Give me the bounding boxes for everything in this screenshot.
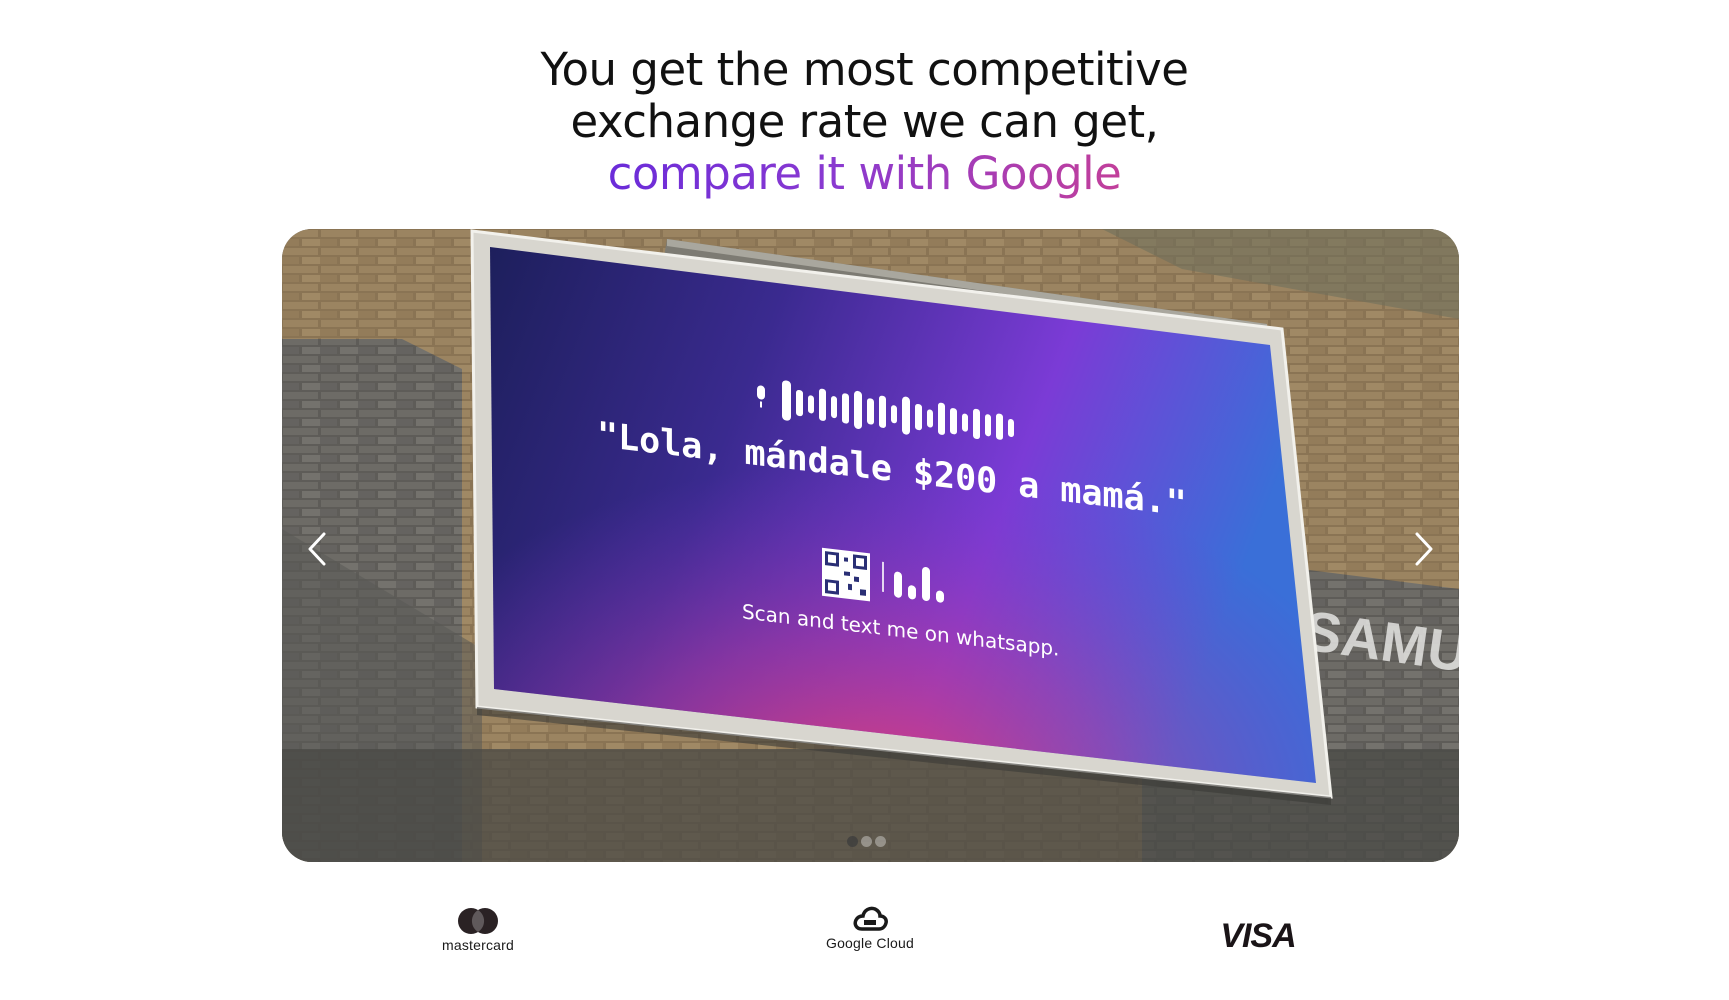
headline: You get the most competitive exchange ra… — [0, 44, 1729, 200]
chevron-right-icon — [1415, 532, 1433, 566]
carousel-slide-image: SAMU "Lola, mándale $200 a mamá." Scan a… — [282, 229, 1459, 862]
carousel-prev-button[interactable] — [282, 509, 352, 589]
carousel-next-button[interactable] — [1389, 509, 1459, 589]
headline-accent: compare it with Google — [607, 147, 1122, 201]
headline-line-1: You get the most competitive — [540, 43, 1189, 97]
google-cloud-wordmark: Google Cloud — [825, 935, 914, 951]
page: You get the most competitive exchange ra… — [0, 0, 1729, 1000]
visa-logo: VISA — [1218, 919, 1298, 953]
visa-wordmark: VISA — [1220, 917, 1296, 955]
image-carousel[interactable]: SAMU "Lola, mándale $200 a mamá." Scan a… — [282, 229, 1459, 862]
cloud-icon — [853, 906, 888, 931]
mastercard-logo: mastercard — [438, 907, 518, 953]
headline-line-2: exchange rate we can get, — [570, 95, 1160, 149]
qr-code — [822, 547, 870, 602]
partner-logos: mastercard Google Cloud VISA — [0, 905, 1729, 975]
chevron-left-icon — [308, 532, 326, 566]
carousel-pagination — [847, 836, 886, 847]
mastercard-circles-icon — [458, 908, 498, 934]
carousel-dot-1[interactable] — [847, 836, 858, 847]
carousel-dot-3[interactable] — [875, 836, 886, 847]
google-cloud-logo: Google Cloud — [820, 905, 920, 951]
mastercard-wordmark: mastercard — [441, 937, 515, 953]
carousel-dot-2[interactable] — [861, 836, 872, 847]
